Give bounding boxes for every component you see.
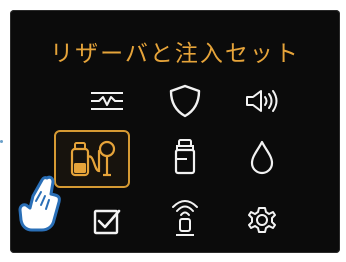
menu-item-connect[interactable]	[153, 194, 217, 240]
insulin-vial-icon	[174, 139, 196, 175]
menu-item-settings[interactable]	[230, 198, 294, 244]
menu-item-fill[interactable]	[230, 134, 294, 180]
checkbox-check-icon	[93, 209, 121, 235]
pump-display-frame: リザーバと注入セット	[0, 0, 346, 262]
menu-item-insulin[interactable]	[153, 134, 217, 180]
menu-item-security[interactable]	[153, 78, 217, 124]
shield-icon	[169, 84, 201, 118]
drop-icon	[250, 140, 274, 175]
wireless-connection-icon	[172, 200, 198, 236]
screen-title: リザーバと注入セット	[50, 41, 300, 67]
menu-item-sound[interactable]	[230, 78, 294, 124]
waveform-history-icon	[91, 92, 123, 110]
menu-item-history[interactable]	[75, 78, 139, 124]
speaker-volume-icon	[246, 90, 278, 112]
edge-marker	[0, 140, 3, 143]
menu-item-checklist[interactable]	[75, 198, 139, 244]
gear-icon	[248, 207, 276, 233]
pointing-hand-icon	[18, 175, 61, 232]
